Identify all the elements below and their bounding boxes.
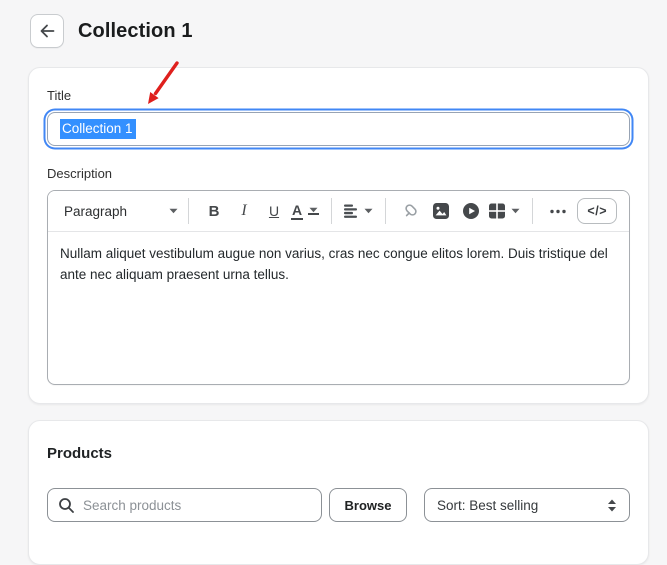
table-icon xyxy=(488,202,506,220)
more-options-button[interactable] xyxy=(545,197,571,225)
chevron-down-icon xyxy=(308,207,319,215)
bold-button[interactable]: B xyxy=(201,197,227,225)
align-left-icon xyxy=(344,204,359,218)
insert-video-button[interactable] xyxy=(458,197,484,225)
image-icon xyxy=(432,202,450,220)
italic-button[interactable]: I xyxy=(231,197,257,225)
editor-toolbar: Paragraph B I U A xyxy=(48,191,629,232)
toolbar-divider xyxy=(331,198,332,224)
ellipsis-icon xyxy=(549,209,567,214)
show-html-button[interactable]: </> xyxy=(577,198,617,225)
search-products-input[interactable] xyxy=(83,498,311,513)
insert-table-dropdown[interactable] xyxy=(488,197,520,225)
search-icon xyxy=(58,497,75,514)
video-icon xyxy=(462,202,480,220)
title-input-selected-text: Collection 1 xyxy=(60,119,136,139)
chevron-down-icon xyxy=(364,208,373,214)
text-align-dropdown[interactable] xyxy=(344,197,373,225)
arrow-left-icon xyxy=(37,21,57,41)
sort-updown-icon xyxy=(607,499,617,512)
link-icon xyxy=(402,202,420,220)
insert-image-button[interactable] xyxy=(428,197,454,225)
insert-link-button[interactable] xyxy=(398,197,424,225)
underline-button[interactable]: U xyxy=(261,197,287,225)
chevron-down-icon xyxy=(511,208,520,214)
product-search-box[interactable] xyxy=(47,488,322,522)
back-button[interactable] xyxy=(30,14,64,48)
toolbar-divider xyxy=(188,198,189,224)
chevron-down-icon xyxy=(169,208,178,214)
description-field-label: Description xyxy=(47,166,630,182)
sort-select-value: Sort: Best selling xyxy=(437,498,538,513)
title-field-label: Title xyxy=(47,88,630,104)
title-input[interactable]: Collection 1 xyxy=(47,112,630,146)
collection-details-card: Title Collection 1 Description Paragraph… xyxy=(28,67,649,404)
paragraph-style-dropdown[interactable]: Paragraph xyxy=(60,204,178,219)
text-color-label: A xyxy=(291,203,303,220)
description-textarea[interactable]: Nullam aliquet vestibulum augue non vari… xyxy=(48,232,629,384)
browse-button[interactable]: Browse xyxy=(329,488,407,522)
description-editor: Paragraph B I U A xyxy=(47,190,630,385)
products-controls-row: Browse Sort: Best selling xyxy=(47,488,630,522)
code-icon: </> xyxy=(587,204,607,218)
page-header: Collection 1 xyxy=(0,0,667,48)
page-title: Collection 1 xyxy=(78,20,193,43)
paragraph-style-label: Paragraph xyxy=(64,204,127,219)
sort-select[interactable]: Sort: Best selling xyxy=(424,488,630,522)
products-heading: Products xyxy=(47,445,630,462)
text-color-button[interactable]: A xyxy=(291,197,319,225)
toolbar-divider xyxy=(532,198,533,224)
toolbar-divider xyxy=(385,198,386,224)
products-card: Products Browse Sort: Best selling xyxy=(28,420,649,565)
